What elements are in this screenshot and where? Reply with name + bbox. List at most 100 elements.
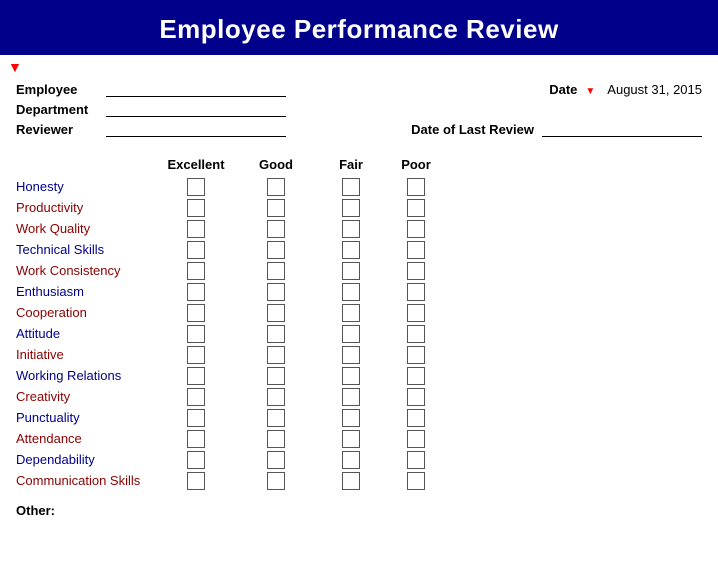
excellent-header: Excellent	[156, 157, 236, 172]
checkbox[interactable]	[267, 199, 285, 217]
checkbox[interactable]	[342, 283, 360, 301]
criteria-label: Initiative	[16, 347, 156, 362]
table-row: Attitude	[16, 323, 702, 344]
checkbox[interactable]	[267, 283, 285, 301]
reviewer-label: Reviewer	[16, 122, 106, 137]
checkbox[interactable]	[407, 409, 425, 427]
checkbox[interactable]	[342, 199, 360, 217]
checkbox[interactable]	[267, 409, 285, 427]
checkbox[interactable]	[267, 346, 285, 364]
criteria-label: Dependability	[16, 452, 156, 467]
checkbox[interactable]	[187, 220, 205, 238]
table-row: Work Quality	[16, 218, 702, 239]
checkbox[interactable]	[187, 283, 205, 301]
criteria-label: Punctuality	[16, 410, 156, 425]
reviewer-row: Reviewer Date of Last Review	[16, 119, 702, 137]
checkbox[interactable]	[267, 388, 285, 406]
department-label: Department	[16, 102, 106, 117]
checkbox[interactable]	[187, 199, 205, 217]
checkbox[interactable]	[342, 178, 360, 196]
checkbox[interactable]	[187, 409, 205, 427]
checkbox[interactable]	[267, 472, 285, 490]
checkbox[interactable]	[342, 262, 360, 280]
checkbox[interactable]	[342, 451, 360, 469]
date-value: August 31, 2015	[603, 82, 702, 97]
checkbox[interactable]	[342, 346, 360, 364]
table-row: Working Relations	[16, 365, 702, 386]
form-section: Employee Date ▼ August 31, 2015 Departme…	[0, 73, 718, 137]
checkbox[interactable]	[342, 241, 360, 259]
table-row: Work Consistency	[16, 260, 702, 281]
department-input[interactable]	[106, 99, 286, 117]
checkbox[interactable]	[187, 388, 205, 406]
poor-header: Poor	[386, 157, 446, 172]
checkbox[interactable]	[267, 430, 285, 448]
last-review-group: Date of Last Review	[411, 119, 702, 137]
criteria-label: Creativity	[16, 389, 156, 404]
table-row: Communication Skills	[16, 470, 702, 491]
table-row: Honesty	[16, 176, 702, 197]
checkbox[interactable]	[407, 472, 425, 490]
checkbox[interactable]	[187, 241, 205, 259]
checkbox[interactable]	[187, 367, 205, 385]
checkbox[interactable]	[187, 346, 205, 364]
checkbox[interactable]	[407, 199, 425, 217]
checkbox[interactable]	[187, 325, 205, 343]
table-row: Creativity	[16, 386, 702, 407]
checkbox[interactable]	[342, 367, 360, 385]
reviewer-input[interactable]	[106, 119, 286, 137]
checkbox[interactable]	[407, 178, 425, 196]
good-header: Good	[236, 157, 316, 172]
checkbox[interactable]	[267, 367, 285, 385]
checkbox[interactable]	[407, 430, 425, 448]
last-review-label: Date of Last Review	[411, 122, 534, 137]
checkbox[interactable]	[407, 325, 425, 343]
date-field-group: Date ▼ August 31, 2015	[549, 82, 702, 97]
checkbox[interactable]	[342, 388, 360, 406]
checkbox[interactable]	[267, 304, 285, 322]
criteria-label: Technical Skills	[16, 242, 156, 257]
checkbox[interactable]	[267, 451, 285, 469]
criteria-label: Enthusiasm	[16, 284, 156, 299]
employee-input[interactable]	[106, 79, 286, 97]
table-row: Enthusiasm	[16, 281, 702, 302]
checkbox[interactable]	[267, 220, 285, 238]
checkbox[interactable]	[342, 220, 360, 238]
checkbox[interactable]	[407, 220, 425, 238]
last-review-input[interactable]	[542, 119, 702, 137]
checkbox[interactable]	[267, 241, 285, 259]
checkbox[interactable]	[342, 430, 360, 448]
checkbox[interactable]	[187, 304, 205, 322]
criteria-label: Attendance	[16, 431, 156, 446]
checkbox[interactable]	[267, 262, 285, 280]
checkbox[interactable]	[407, 367, 425, 385]
employee-row: Employee Date ▼ August 31, 2015	[16, 79, 702, 97]
checkbox[interactable]	[267, 325, 285, 343]
criteria-label: Productivity	[16, 200, 156, 215]
criteria-label: Communication Skills	[16, 473, 156, 488]
checkbox[interactable]	[407, 388, 425, 406]
checkbox[interactable]	[407, 451, 425, 469]
checkbox[interactable]	[342, 304, 360, 322]
criteria-rows: Honesty Productivity Work Quality Technical…	[16, 176, 702, 491]
checkbox[interactable]	[187, 451, 205, 469]
rating-header-row: Excellent Good Fair Poor	[16, 157, 702, 172]
checkbox[interactable]	[187, 262, 205, 280]
rating-section: Excellent Good Fair Poor Honesty Producti…	[0, 147, 718, 491]
table-row: Technical Skills	[16, 239, 702, 260]
checkbox[interactable]	[267, 178, 285, 196]
checkbox[interactable]	[187, 472, 205, 490]
checkbox[interactable]	[187, 430, 205, 448]
checkbox[interactable]	[187, 178, 205, 196]
checkbox[interactable]	[342, 472, 360, 490]
date-label: Date	[549, 82, 577, 97]
table-row: Cooperation	[16, 302, 702, 323]
checkbox[interactable]	[342, 325, 360, 343]
checkbox[interactable]	[407, 262, 425, 280]
checkbox[interactable]	[342, 409, 360, 427]
checkbox[interactable]	[407, 283, 425, 301]
checkbox[interactable]	[407, 241, 425, 259]
checkbox[interactable]	[407, 304, 425, 322]
checkbox[interactable]	[407, 346, 425, 364]
employee-label: Employee	[16, 82, 106, 97]
